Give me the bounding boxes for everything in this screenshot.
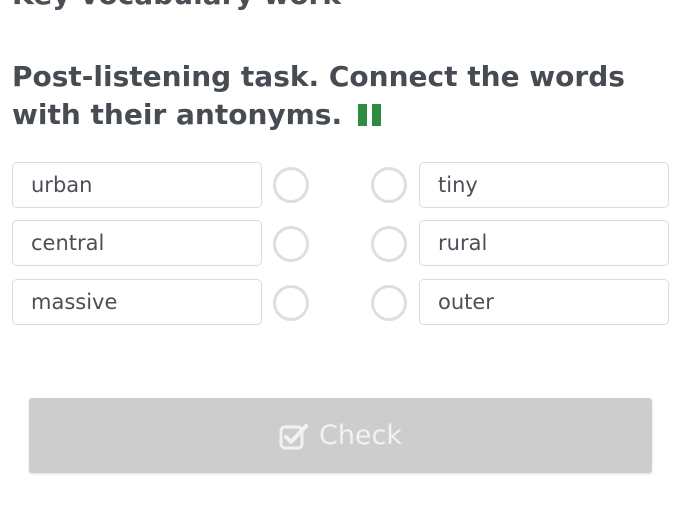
right-word-2[interactable]: rural [419, 220, 669, 266]
left-word-3[interactable]: massive [12, 279, 262, 325]
task-title: Post-listening task. Connect the words w… [12, 58, 662, 134]
task-title-text: Post-listening task. Connect the words w… [12, 60, 625, 131]
checkbox-check-icon [279, 423, 308, 449]
left-connector-2[interactable] [273, 226, 309, 262]
previous-section-heading: Key vocabulary work [12, 0, 341, 11]
right-connector-3[interactable] [371, 285, 407, 321]
left-word-1[interactable]: urban [12, 162, 262, 208]
left-connector-1[interactable] [273, 167, 309, 203]
right-word-3[interactable]: outer [419, 279, 669, 325]
right-connector-2[interactable] [371, 226, 407, 262]
left-connector-3[interactable] [273, 285, 309, 321]
check-button-label: Check [318, 420, 403, 451]
pause-icon[interactable] [358, 104, 382, 126]
right-connector-1[interactable] [371, 167, 407, 203]
check-button[interactable]: Check [29, 398, 652, 473]
left-word-2[interactable]: central [12, 220, 262, 266]
right-word-1[interactable]: tiny [419, 162, 669, 208]
